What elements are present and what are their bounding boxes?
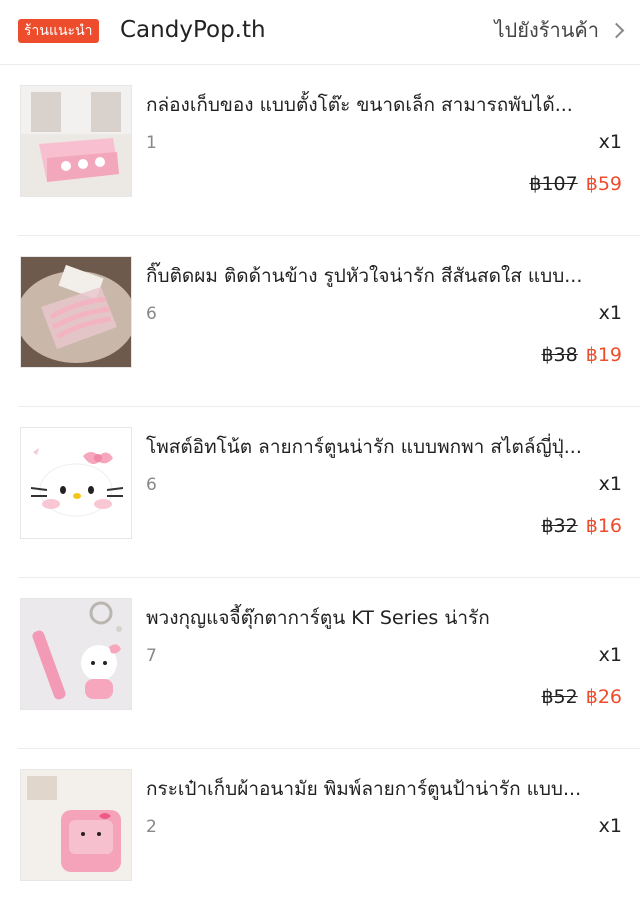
product-thumbnail	[20, 256, 132, 368]
sale-price: ฿26	[585, 686, 622, 708]
original-price: ฿32	[541, 515, 578, 537]
list-item[interactable]: กล่องเก็บของ แบบตั้งโต๊ะ ขนาดเล็ก สามารถ…	[18, 65, 640, 236]
original-price: ฿52	[541, 686, 578, 708]
variant-label: 6	[146, 304, 157, 324]
list-item[interactable]: พวงกุญแจจี้ตุ๊กตาการ์ตูน KT Series น่ารั…	[18, 578, 640, 749]
quantity: x1	[598, 473, 622, 495]
sale-price: ฿59	[585, 173, 622, 195]
quantity: x1	[598, 302, 622, 324]
go-to-shop-link[interactable]: ไปยังร้านค้า	[494, 15, 625, 45]
shop-name[interactable]: CandyPop.th	[120, 14, 266, 46]
product-title: กล่องเก็บของ แบบตั้งโต๊ะ ขนาดเล็ก สามารถ…	[146, 94, 573, 116]
price-group: ฿107 ฿59	[529, 173, 622, 195]
list-item[interactable]: โพสต์อิทโน้ต ลายการ์ตูนน่ารัก แบบพกพา สไ…	[18, 407, 640, 578]
price-group: ฿38 ฿19	[541, 344, 622, 366]
product-thumbnail	[20, 427, 132, 539]
sale-price: ฿19	[585, 344, 622, 366]
go-to-shop-label: ไปยังร้านค้า	[494, 18, 600, 42]
quantity: x1	[598, 644, 622, 666]
variant-label: 7	[146, 646, 157, 666]
product-title: โพสต์อิทโน้ต ลายการ์ตูนน่ารัก แบบพกพา สไ…	[146, 436, 582, 458]
recommended-shop-badge: ร้านแนะนำ	[18, 19, 99, 43]
price-group: ฿32 ฿16	[541, 515, 622, 537]
product-title: กิ๊บติดผม ติดด้านข้าง รูปหัวใจน่ารัก สีส…	[146, 265, 583, 287]
price-group: ฿52 ฿26	[541, 686, 622, 708]
variant-label: 6	[146, 475, 157, 495]
list-item[interactable]: กิ๊บติดผม ติดด้านข้าง รูปหัวใจน่ารัก สีส…	[18, 236, 640, 407]
order-item-list: กล่องเก็บของ แบบตั้งโต๊ะ ขนาดเล็ก สามารถ…	[0, 65, 640, 919]
original-price: ฿38	[541, 344, 578, 366]
quantity: x1	[598, 815, 622, 837]
list-item[interactable]: กระเป๋าเก็บผ้าอนามัย พิมพ์ลายการ์ตูนป้าน…	[18, 749, 640, 919]
product-title: กระเป๋าเก็บผ้าอนามัย พิมพ์ลายการ์ตูนป้าน…	[146, 778, 582, 800]
product-title: พวงกุญแจจี้ตุ๊กตาการ์ตูน KT Series น่ารั…	[146, 607, 490, 629]
product-thumbnail	[20, 598, 132, 710]
product-thumbnail	[20, 769, 132, 881]
variant-label: 1	[146, 133, 157, 153]
chevron-right-icon	[608, 22, 625, 39]
quantity: x1	[598, 131, 622, 153]
shop-header: ร้านแนะนำ CandyPop.th ไปยังร้านค้า	[0, 0, 640, 65]
sale-price: ฿16	[585, 515, 622, 537]
variant-label: 2	[146, 817, 157, 837]
product-thumbnail	[20, 85, 132, 197]
original-price: ฿107	[529, 173, 578, 195]
